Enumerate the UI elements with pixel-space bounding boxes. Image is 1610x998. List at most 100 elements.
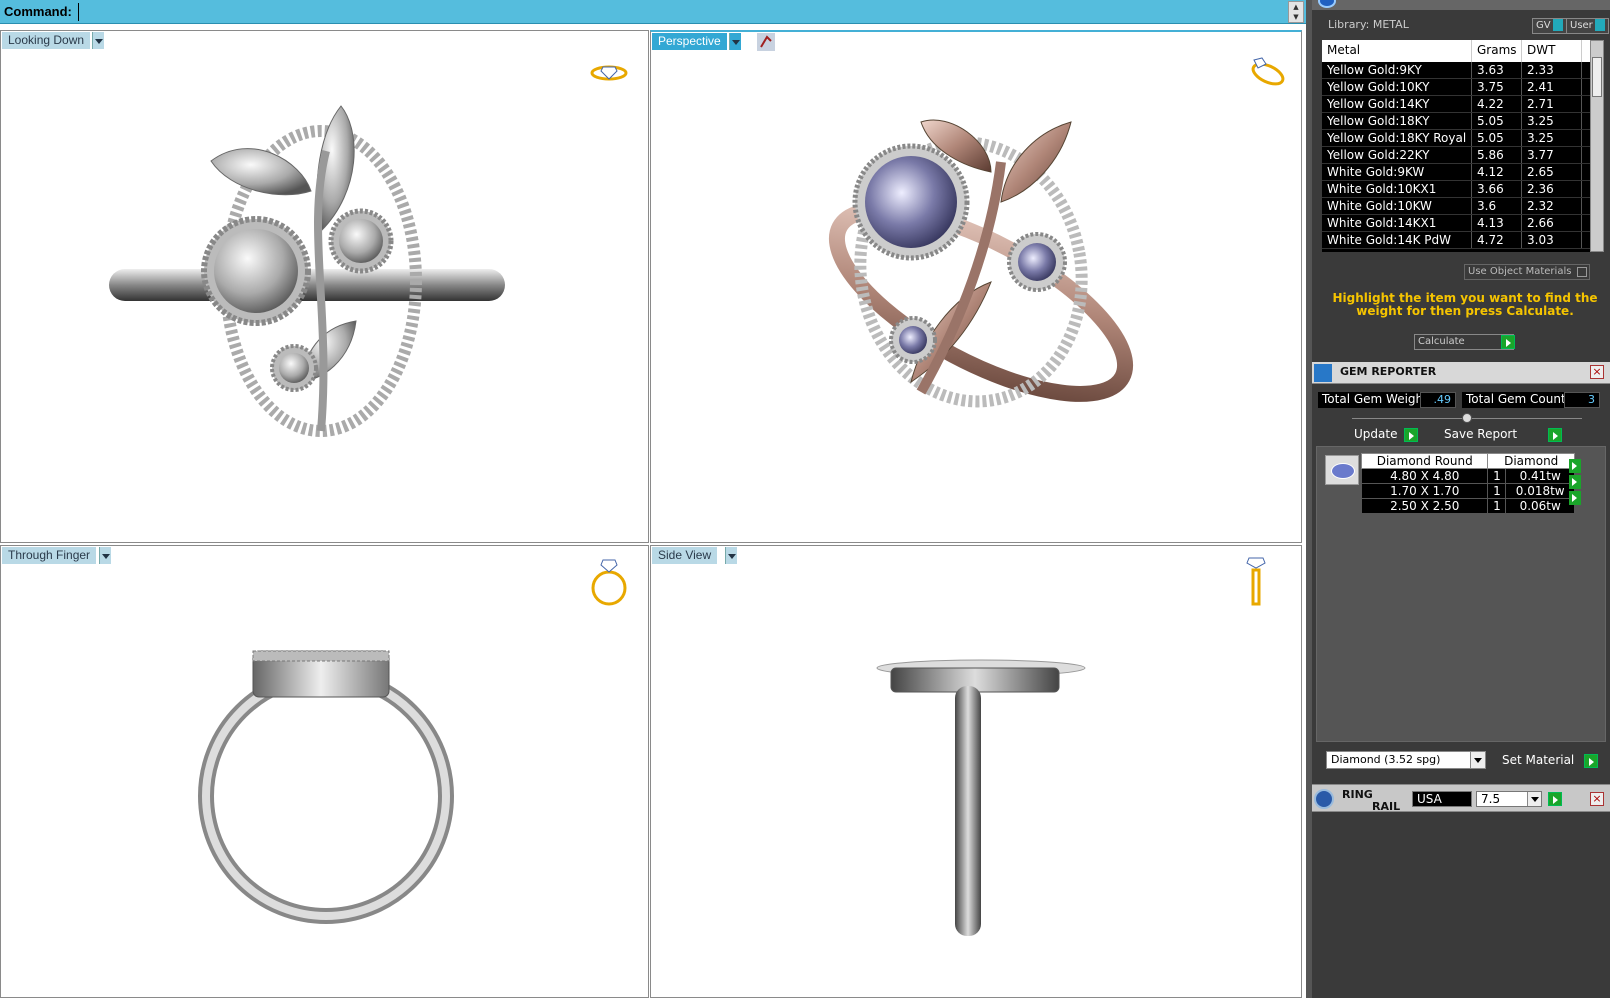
scroll-up-icon[interactable]: ▲ xyxy=(1289,2,1303,12)
gem-count-cell: 1 xyxy=(1487,498,1507,514)
panel-logo-icon xyxy=(1318,0,1336,8)
metal-grams-cell: 4.12 xyxy=(1472,164,1522,180)
metal-dwt-cell: 2.66 xyxy=(1522,215,1582,231)
gem-reporter-title: GEM REPORTER xyxy=(1340,365,1437,378)
checkbox-icon[interactable] xyxy=(1577,267,1587,277)
update-label: Update xyxy=(1354,427,1398,441)
gem-reporter-header: GEM REPORTER × xyxy=(1312,362,1610,384)
total-gem-weight-label: Total Gem Weight xyxy=(1318,392,1432,408)
use-object-materials-checkbox[interactable]: Use Object Materials xyxy=(1464,264,1590,280)
command-input[interactable] xyxy=(78,3,1286,21)
metal-table-row[interactable]: Yellow Gold:22KY 5.86 3.77 xyxy=(1322,147,1590,164)
material-select[interactable]: Diamond (3.52 spg) xyxy=(1326,751,1486,769)
user-switch-icon xyxy=(1594,19,1605,31)
viewport-looking-down[interactable]: Looking Down xyxy=(0,30,649,543)
ring-model-side[interactable] xyxy=(871,646,1111,946)
scrollbar-thumb[interactable] xyxy=(1592,57,1602,97)
total-gem-count-label: Total Gem Count xyxy=(1462,392,1570,408)
ring-model-perspective[interactable] xyxy=(801,82,1161,442)
gem-table-body: 4.80 X 4.80 1 0.41tw 1.70 X 1.70 1 0.018tw 2.5… xyxy=(1360,468,1575,514)
report-slider-knob[interactable] xyxy=(1462,413,1472,423)
gem-table-row[interactable]: 2.50 X 2.50 1 0.06tw xyxy=(1360,498,1575,514)
metal-table-row[interactable]: White Gold:10KW 3.6 2.32 xyxy=(1322,198,1590,215)
set-material-play-icon[interactable] xyxy=(1584,754,1598,768)
gem-weight-cell: 0.06tw xyxy=(1505,498,1575,514)
calculate-hint: Highlight the item you want to find the … xyxy=(1332,291,1598,318)
viewport-menu-dropdown[interactable] xyxy=(725,547,737,564)
ring-size-standard-field[interactable]: USA xyxy=(1412,791,1472,807)
viewport-label[interactable]: Through Finger xyxy=(2,547,97,564)
ring-model-front[interactable] xyxy=(181,631,471,931)
metal-dwt-cell: 3.03 xyxy=(1522,232,1582,248)
gv-toggle[interactable]: GV xyxy=(1532,18,1567,34)
update-play-icon[interactable] xyxy=(1404,428,1418,442)
metal-dwt-cell: 2.32 xyxy=(1522,198,1582,214)
ring-view-side-icon[interactable] xyxy=(1243,556,1271,608)
side-panel: Library: METAL GV User Metal Grams DWT Y… xyxy=(1306,0,1610,998)
viewport-through-finger[interactable]: Through Finger xyxy=(0,545,649,998)
rotate-view-icon[interactable] xyxy=(757,33,775,51)
ring-view-front-icon[interactable] xyxy=(589,558,629,608)
column-header-metal[interactable]: Metal xyxy=(1322,40,1472,62)
viewport-menu-dropdown[interactable] xyxy=(92,32,104,49)
gem-table-row[interactable]: 4.80 X 4.80 1 0.41tw xyxy=(1360,468,1575,484)
ring-view-perspective-icon[interactable] xyxy=(1246,54,1286,86)
metal-table-row[interactable]: White Gold:10KX1 3.66 2.36 xyxy=(1322,181,1590,198)
metal-table-row[interactable]: Yellow Gold:14KY 4.22 2.71 xyxy=(1322,96,1590,113)
gem-table-row[interactable]: 1.70 X 1.70 1 0.018tw xyxy=(1360,483,1575,499)
gem-material-header: Diamond xyxy=(1487,453,1575,469)
ring-rail-title-line1: RING xyxy=(1342,788,1373,801)
viewport-menu-dropdown[interactable] xyxy=(729,33,741,50)
ring-model-top[interactable] xyxy=(101,71,521,451)
update-button[interactable]: Update xyxy=(1350,427,1402,443)
viewport-menu-dropdown[interactable] xyxy=(99,547,111,564)
metal-table-row[interactable]: White Gold:9KW 4.12 2.65 xyxy=(1322,164,1590,181)
close-icon[interactable]: × xyxy=(1590,792,1604,806)
use-object-materials-label: Use Object Materials xyxy=(1468,266,1572,277)
app-window: Command: ▲ ▼ Looking Down Perspective Th… xyxy=(0,0,1610,998)
metal-table-scrollbar[interactable] xyxy=(1590,40,1604,252)
viewport-label[interactable]: Side View xyxy=(652,547,718,564)
set-material-button[interactable]: Set Material xyxy=(1498,753,1579,769)
viewport-label[interactable]: Perspective xyxy=(652,33,727,50)
user-toggle[interactable]: User xyxy=(1566,18,1609,34)
metal-dwt-cell: 3.77 xyxy=(1522,147,1582,163)
viewport-label[interactable]: Looking Down xyxy=(2,32,91,49)
metal-table-row[interactable]: Yellow Gold:18KY 5.05 3.25 xyxy=(1322,113,1590,130)
calculate-button[interactable]: Calculate xyxy=(1414,334,1515,350)
gem-row-play-icon[interactable] xyxy=(1569,459,1581,473)
gem-row-play-icon[interactable] xyxy=(1569,491,1581,505)
metal-table-row[interactable]: White Gold:14K PdW 4.72 3.03 xyxy=(1322,232,1590,249)
chevron-down-icon[interactable] xyxy=(1527,792,1541,806)
ring-rail-play-icon[interactable] xyxy=(1548,792,1562,806)
metal-grams-cell: 4.13 xyxy=(1472,215,1522,231)
save-report-button[interactable]: Save Report xyxy=(1440,427,1548,443)
metal-table-row[interactable]: Yellow Gold:9KY 3.63 2.33 xyxy=(1322,62,1590,79)
command-scrollbar[interactable]: ▲ ▼ xyxy=(1288,1,1304,23)
close-icon[interactable]: × xyxy=(1590,365,1604,379)
viewport-perspective[interactable]: Perspective xyxy=(650,30,1302,543)
diamond-round-icon xyxy=(1325,455,1359,485)
metal-dwt-cell: 2.41 xyxy=(1522,79,1582,95)
save-report-play-icon[interactable] xyxy=(1548,428,1562,442)
ring-size-select[interactable]: 7.5 xyxy=(1476,791,1542,807)
gv-label: GV xyxy=(1536,20,1551,31)
metal-table-row[interactable]: White Gold:14KX1 4.13 2.66 xyxy=(1322,215,1590,232)
scroll-down-icon[interactable]: ▼ xyxy=(1289,12,1303,22)
column-header-dwt[interactable]: DWT xyxy=(1522,40,1582,62)
metal-table-row[interactable]: Yellow Gold:18KY Royal 5.05 3.25 xyxy=(1322,130,1590,147)
viewport-side-view[interactable]: Side View xyxy=(650,545,1302,998)
metal-table-row[interactable]: Yellow Gold:10KY 3.75 2.41 xyxy=(1322,79,1590,96)
column-header-grams[interactable]: Grams xyxy=(1472,40,1522,62)
play-icon[interactable] xyxy=(1501,335,1515,349)
gem-shape-header: Diamond Round xyxy=(1360,453,1489,469)
metal-grams-cell: 4.22 xyxy=(1472,96,1522,112)
gv-switch-icon xyxy=(1552,19,1563,31)
metal-grams-cell: 4.72 xyxy=(1472,232,1522,248)
metal-dwt-cell: 2.65 xyxy=(1522,164,1582,180)
metal-name-cell: White Gold:9KW xyxy=(1322,164,1472,180)
gem-row-play-icon[interactable] xyxy=(1569,475,1581,489)
ring-view-top-icon[interactable] xyxy=(589,61,629,85)
chevron-down-icon[interactable] xyxy=(1470,752,1485,768)
metal-table[interactable]: Metal Grams DWT Yellow Gold:9KY 3.63 2.33 Y… xyxy=(1322,40,1590,252)
